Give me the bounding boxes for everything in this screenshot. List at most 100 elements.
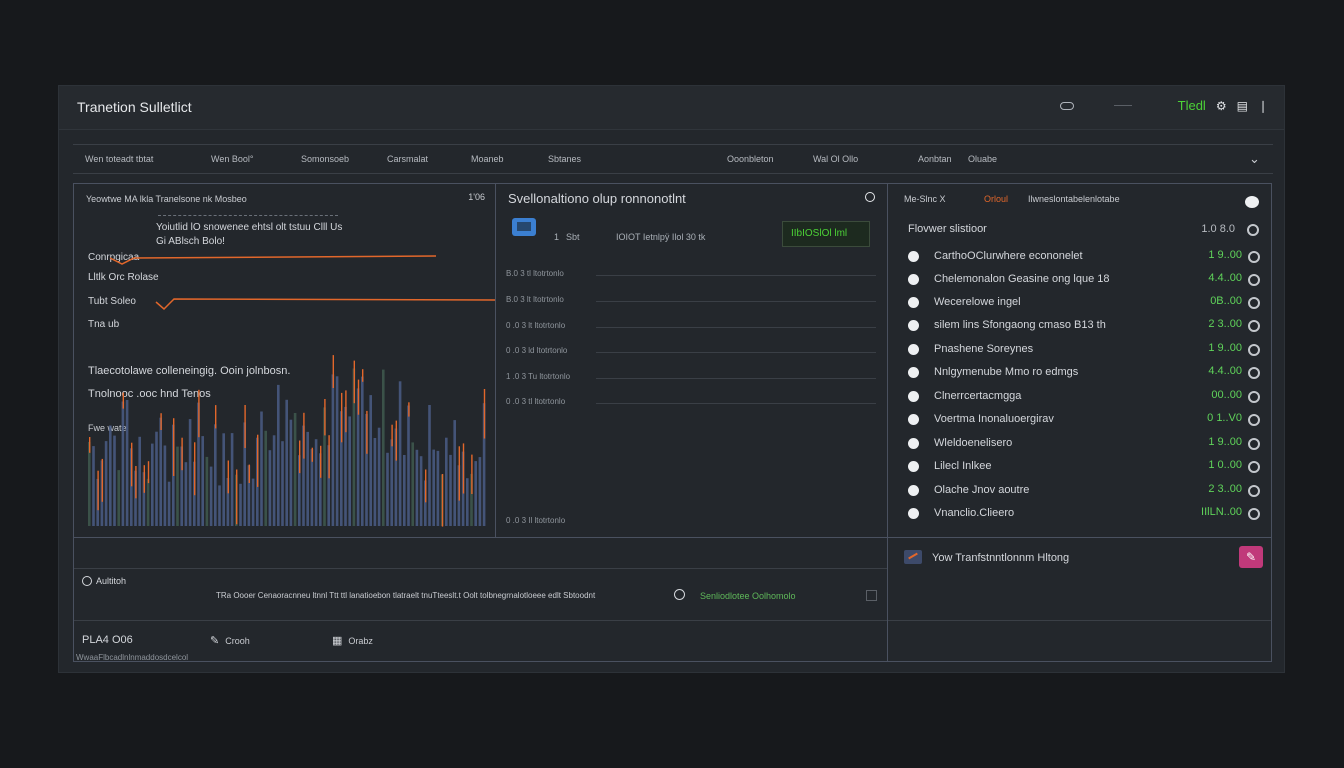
radio-icon[interactable] xyxy=(1248,485,1260,497)
list-item[interactable]: Pnashene Soreynes 1 9..00 xyxy=(908,339,1260,361)
radio-icon[interactable] xyxy=(1248,297,1260,309)
radio-icon[interactable] xyxy=(1248,320,1260,332)
nav-item-2[interactable]: Somonsoeb xyxy=(301,154,349,164)
bottom-left-panel: Aultitoh TRa Oooer Cenaoracnneu ltnnl Tt… xyxy=(73,537,888,662)
radio-icon[interactable] xyxy=(1248,461,1260,473)
bar xyxy=(289,419,293,526)
divider xyxy=(1113,105,1132,106)
list-item[interactable]: Clnerrcertacmgga 00..00 xyxy=(908,386,1260,408)
action-icon[interactable]: ✎ xyxy=(1239,546,1263,568)
bar xyxy=(264,430,267,526)
radio-icon[interactable] xyxy=(1248,251,1260,263)
list-item[interactable]: Olache Jnov aoutre 2 3..00 xyxy=(908,480,1260,502)
radio-icon[interactable] xyxy=(1248,508,1260,520)
bar-overlay xyxy=(332,355,334,388)
section-description: TRa Oooer Cenaoracnneu ltnnl Ttt ttl lan… xyxy=(216,591,596,600)
bar xyxy=(163,445,167,526)
list-item[interactable]: Nnlgymenube Mmo ro edmgs 4.4..00 xyxy=(908,362,1260,384)
bar-overlay xyxy=(160,413,162,430)
nav-item-8[interactable]: Aonbtan xyxy=(918,154,952,164)
bar xyxy=(146,478,150,526)
radio-icon[interactable] xyxy=(1248,414,1260,426)
middle-panel: Svellonaltiono olup ronnonotlnt 1 Sbt IO… xyxy=(495,183,888,538)
bar-overlay xyxy=(248,464,250,483)
list-sub-header: Flovwer slistioor xyxy=(908,223,987,235)
bullet-icon xyxy=(908,367,919,378)
list-item[interactable]: Wecerelowe ingel 0B..00 xyxy=(908,292,1260,314)
bar xyxy=(466,478,469,526)
checkbox[interactable] xyxy=(866,590,877,601)
bar-overlay xyxy=(173,418,175,476)
bar-overlay xyxy=(353,360,355,404)
list-item[interactable]: Chelemonalon Geasine ong lque 18 4.4..00 xyxy=(908,269,1260,291)
bullet-icon xyxy=(908,438,919,449)
right-panel-header-right: Ilwneslontabelenlotabe xyxy=(1028,194,1120,204)
grid-row: 0 .0 3 tl ltotrtonlo xyxy=(506,397,876,406)
list-item[interactable]: silem lins Sfongaong cmaso B13 th 2 3..00 xyxy=(908,315,1260,337)
window-icon[interactable]: ▤ xyxy=(1237,99,1248,113)
bar xyxy=(449,454,452,526)
list-item[interactable]: Vnanclio.Clieero IIlLN..00 xyxy=(908,503,1260,525)
nav-item-7[interactable]: Wal Ol Ollo xyxy=(813,154,858,164)
menu-icon[interactable]: ❘ xyxy=(1258,99,1268,113)
nav-item-0[interactable]: Wen toteadt tbtat xyxy=(85,154,153,164)
radio-icon[interactable] xyxy=(1248,438,1260,450)
nav-item-3[interactable]: Carsmalat xyxy=(387,154,428,164)
feed-link[interactable]: Tledl xyxy=(1178,98,1206,113)
nav-item-5[interactable]: Sbtanes xyxy=(548,154,581,164)
right-panel: Me-Slnc X Orloul Ilwneslontabelenlotabe … xyxy=(887,183,1272,538)
list-item[interactable]: Voertma Inonaluoergirav 0 1..V0 xyxy=(908,409,1260,431)
radio-icon[interactable] xyxy=(1248,274,1260,286)
bar-overlay xyxy=(345,390,347,433)
bar xyxy=(369,395,372,526)
bar-overlay xyxy=(395,420,397,461)
bar xyxy=(167,481,171,526)
bullet-icon xyxy=(908,414,919,425)
status-button-label: IIbIOSlOl lml xyxy=(791,228,848,239)
bar-overlay xyxy=(101,458,103,502)
bar-overlay xyxy=(147,461,150,484)
footer-button-1[interactable]: ✎ Crooh xyxy=(210,634,250,647)
status-button[interactable]: IIbIOSlOl lml xyxy=(782,221,870,247)
grid-label: 0 .0 3 Il ltotrtonlo xyxy=(506,516,566,525)
nav-item-1[interactable]: Wen Bool° xyxy=(211,154,253,164)
bar-overlay xyxy=(341,392,343,443)
left-chart xyxy=(88,255,495,527)
bar-overlay xyxy=(227,460,229,494)
bar xyxy=(184,462,188,526)
list-item[interactable]: Lilecl Inlkee 1 0..00 xyxy=(908,456,1260,478)
bar xyxy=(285,399,288,526)
bar xyxy=(230,433,234,526)
middle-panel-title: Svellonaltiono olup ronnonotlnt xyxy=(508,191,686,206)
nav-item-4[interactable]: Moaneb xyxy=(471,154,504,164)
window-title: Tranetion Sulletlict xyxy=(77,99,192,115)
bar xyxy=(260,411,263,526)
grid-label: 0 .0 3 tl ltotrtonlo xyxy=(506,397,566,406)
nav-item-6[interactable]: Ooonbleton xyxy=(727,154,774,164)
bar xyxy=(222,433,225,526)
bar xyxy=(411,442,414,526)
row-text: IOIOT Ietnlpÿ Ilol 30 tk xyxy=(616,232,706,242)
footer-code: PLA4 O06 xyxy=(82,634,133,646)
bar xyxy=(436,450,440,526)
bar-overlay xyxy=(324,399,326,436)
radio-icon[interactable] xyxy=(1248,391,1260,403)
list-item[interactable]: CarthoOClurwhere econonelet 1 9..00 xyxy=(908,246,1260,268)
radio-icon[interactable] xyxy=(1248,344,1260,356)
grid-row: 0 .0 3 lt ltotrtonlo xyxy=(506,321,876,330)
bar xyxy=(373,438,377,526)
cloud-icon[interactable] xyxy=(1245,196,1259,208)
footer-button-2[interactable]: ▦ Orabz xyxy=(332,634,373,647)
list-item[interactable]: Wleldoenelisero 1 9..00 xyxy=(908,433,1260,455)
radio-icon[interactable] xyxy=(1248,367,1260,379)
settings-icon[interactable]: ⚙ xyxy=(1216,99,1227,113)
nav-item-9[interactable]: Oluabe xyxy=(968,154,997,164)
grid-row: B.0 3 lt ltotrtonlo xyxy=(506,295,876,304)
bar xyxy=(138,436,141,526)
bar xyxy=(474,461,477,526)
bar xyxy=(205,456,209,526)
chevron-down-icon[interactable]: ⌄ xyxy=(1249,151,1260,167)
toggle-icon[interactable] xyxy=(1059,101,1074,110)
bar-overlay xyxy=(198,389,200,438)
row-code: Sbt xyxy=(566,232,580,242)
